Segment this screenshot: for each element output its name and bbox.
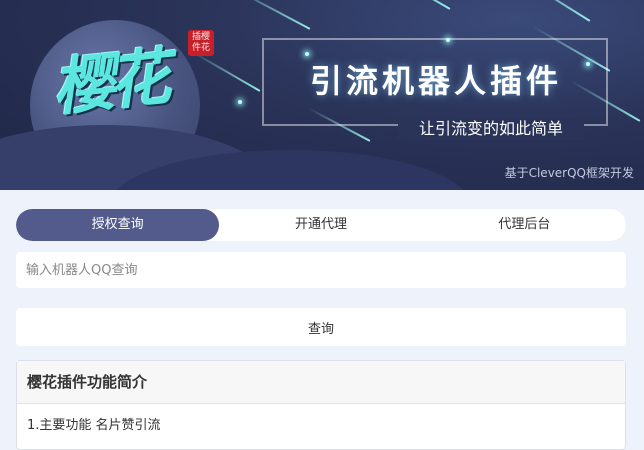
star-decoration (238, 100, 242, 104)
meteor-decoration (345, 0, 451, 10)
tab-bar: 授权查询 开通代理 代理后台 (16, 209, 626, 241)
meteor-decoration (230, 0, 311, 30)
meteor-decoration (496, 0, 591, 22)
list-item: 1.主要功能 名片赞引流 (27, 418, 161, 433)
query-button[interactable]: 查询 (16, 308, 626, 346)
meteor-decoration (190, 50, 261, 92)
tab-auth-query[interactable]: 授权查询 (16, 209, 220, 241)
framework-credit: 基于CleverQQ框架开发 (504, 166, 634, 180)
tab-open-agent[interactable]: 开通代理 (219, 209, 422, 241)
banner-title: 引流机器人插件 (309, 62, 562, 100)
header-banner: 樱花 插樱件花 引流机器人插件 让引流变的如此简单 基于CleverQQ框架开发 (0, 0, 644, 190)
banner-subtitle: 让引流变的如此简单 (418, 119, 563, 138)
brand-logo: 樱花 (49, 40, 169, 125)
robot-qq-input[interactable] (16, 252, 626, 288)
tab-agent-backend[interactable]: 代理后台 (423, 209, 626, 241)
panel-body: 1.主要功能 名片赞引流 (17, 404, 625, 443)
seal-stamp: 插樱件花 (188, 30, 214, 56)
feature-panel: 樱花插件功能简介 1.主要功能 名片赞引流 (16, 360, 626, 450)
panel-title: 樱花插件功能简介 (17, 361, 625, 404)
